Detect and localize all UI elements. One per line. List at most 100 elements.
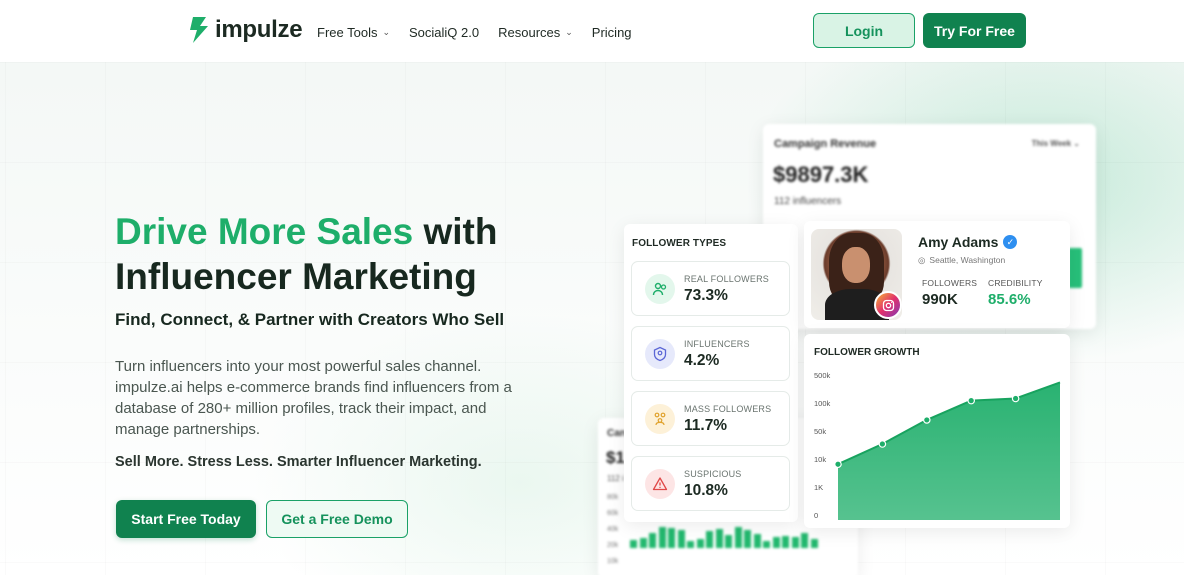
type-real-followers: REAL FOLLOWERS 73.3% [631,261,790,316]
hero-paragraph: Turn influencers into your most powerful… [115,358,512,438]
small-card-bar [791,537,799,548]
bolt-logo-icon [190,17,208,43]
influencer-profile-card[interactable]: Amy Adams ✓ ◎ Seattle, Washington FOLLOW… [804,221,1070,328]
small-card-bar [706,531,713,548]
small-card-bar [734,527,742,548]
small-card-bar [725,535,732,548]
location-text: Seattle, Washington [929,255,1006,265]
small-card-y-label: 60k [607,510,619,517]
small-card-sub: 112 i [607,474,624,483]
small-card-bar [677,530,685,548]
growth-point [834,460,842,469]
small-card-y-label: 40k [607,526,619,533]
revenue-period[interactable]: This Week ⌄ [1032,139,1080,148]
small-card-bar [744,530,751,548]
nav-item-resources[interactable]: Resources ⌄ [498,25,573,40]
growth-area [838,382,1060,520]
growth-point [878,440,887,448]
type-suspicious: SUSPICIOUS 10.8% [631,456,790,511]
revenue-bar [1068,248,1082,288]
type-value: 10.8% [684,482,728,499]
type-influencers: INFLUENCERS 4.2% [631,326,790,381]
small-card-y-label: 80k [607,494,619,501]
logo-text: impulze [215,16,303,43]
hero-tagline: Sell More. Stress Less. Smarter Influenc… [115,454,482,470]
type-mass-followers: MASS FOLLOWERS 11.7% [631,391,790,446]
revenue-title: Campaign Revenue [774,138,877,150]
type-value: 11.7% [684,417,728,434]
type-label: REAL FOLLOWERS [684,274,769,284]
small-card-bar [715,529,723,548]
growth-title: FOLLOWER GROWTH [814,347,920,358]
small-card-bar [639,538,647,548]
small-card-bar [763,541,770,548]
small-card-value: $1 [606,448,625,467]
warning-icon [645,469,675,499]
growth-point [967,396,976,405]
growth-y-label: 100k [814,399,831,408]
small-card-bar [801,533,808,548]
growth-chart [834,381,1061,520]
small-card-bar [772,537,780,548]
name-text: Amy Adams [918,234,999,250]
nav-links: Free Tools ⌄ SocialiQ 2.0 Resources ⌄ Pr… [317,25,651,40]
login-button[interactable]: Login [813,13,915,48]
small-card-bar [696,539,704,548]
period-label: This Week [1031,139,1072,148]
small-card-bar [668,528,675,548]
nav-item-label: Free Tools [317,25,378,40]
growth-y-label: 500k [814,371,831,380]
nav-item-pricing[interactable]: Pricing [592,25,632,40]
type-value: 73.3% [684,287,728,304]
small-card-bar [782,536,789,548]
logo[interactable]: impulze [189,16,303,44]
type-value: 4.2% [684,352,720,369]
small-card-bar [658,527,666,548]
chevron-down-icon: ⌄ [382,27,391,37]
hero-headline: Drive More Sales with Influencer Marketi… [115,209,497,299]
headline-line2: Influencer Marketing [115,256,477,297]
small-card-bar [687,541,694,548]
followers-label: FOLLOWERS [922,278,978,288]
small-card-bar [649,533,656,548]
badge-icon [645,339,675,369]
nav-item-socialiq[interactable]: SocialiQ 2.0 [409,25,479,40]
headline-accent: Drive More Sales [115,211,414,252]
influencer-location: ◎ Seattle, Washington [918,255,1005,266]
revenue-sub: 112 influencers [774,196,842,207]
follower-types-card: FOLLOWER TYPES REAL FOLLOWERS 73.3% INFL… [624,224,798,522]
type-label: SUSPICIOUS [684,469,742,479]
top-nav: impulze Free Tools ⌄ SocialiQ 2.0 Resour… [0,0,1184,62]
small-card-y-label: 10k [607,558,619,565]
growth-point [1011,394,1020,403]
instagram-icon [874,291,902,319]
users-icon [645,274,675,304]
revenue-value: $9897.3K [773,162,869,187]
start-free-button[interactable]: Start Free Today [116,500,256,538]
growth-y-label: 10k [814,455,827,464]
follower-types-title: FOLLOWER TYPES [632,238,727,249]
growth-y-label: 1K [814,483,824,492]
chevron-down-icon: ⌄ [1073,139,1080,148]
small-card-bar [810,539,818,548]
type-label: MASS FOLLOWERS [684,404,772,414]
nav-item-free-tools[interactable]: Free Tools ⌄ [317,25,390,40]
group-icon [645,404,675,434]
nav-item-label: Resources [498,25,561,40]
influencer-name: Amy Adams ✓ [918,234,1018,250]
try-for-free-button[interactable]: Try For Free [923,13,1026,48]
chevron-down-icon: ⌄ [565,27,573,37]
growth-y-label: 50k [814,427,827,436]
growth-y-label: 0 [814,511,819,520]
credibility-label: CREDIBILITY [988,278,1043,288]
growth-point [923,416,931,424]
headline-rest: with [413,211,498,252]
hero-subhead: Find, Connect, & Partner with Creators W… [115,310,505,329]
verified-icon: ✓ [1003,235,1018,249]
free-demo-button[interactable]: Get a Free Demo [266,500,408,538]
nav-item-label: Pricing [591,25,632,40]
small-card-y-label: 20k [607,542,619,549]
location-pin-icon: ◎ [918,255,926,265]
small-card-bar [630,540,637,548]
nav-item-label: SocialiQ 2.0 [409,25,480,40]
